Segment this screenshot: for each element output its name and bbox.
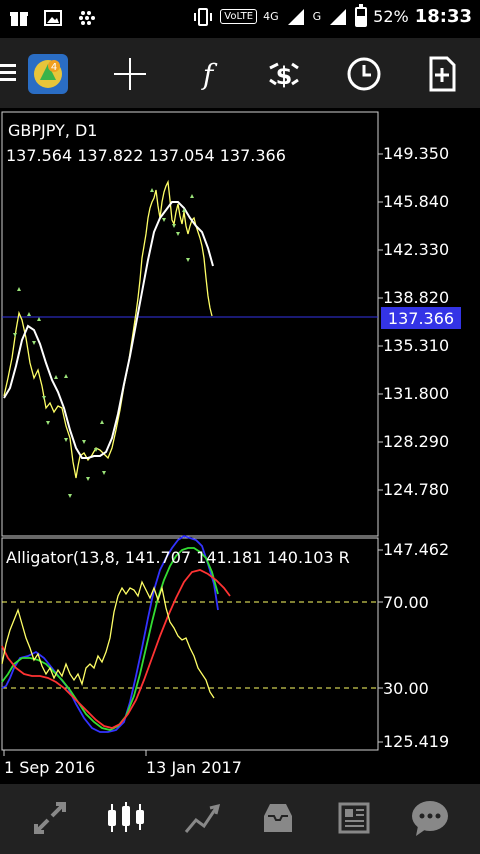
moving-average-line	[3, 201, 214, 459]
indicator-axis-label: 70.00	[383, 593, 429, 612]
quotes-icon[interactable]	[26, 796, 74, 840]
metatrader-logo-icon[interactable]: 4	[26, 52, 70, 96]
indicator-axis-label: 125.419	[383, 732, 450, 751]
crosshair-icon[interactable]	[108, 52, 152, 96]
menu-icon[interactable]	[0, 64, 16, 82]
signal-icon	[327, 7, 349, 27]
symbol-timeframe: GBPJPY, D1	[8, 121, 98, 140]
oscillator-line	[1, 580, 215, 699]
price-axis-label: 142.330	[383, 240, 450, 259]
trade-icon[interactable]: $	[262, 52, 306, 96]
price-axis-label: 124.780	[383, 480, 450, 499]
signal-icon	[285, 7, 307, 27]
gift-icon	[8, 8, 30, 28]
current-price-label: 137.366	[381, 307, 461, 329]
news-icon[interactable]	[330, 796, 378, 840]
price-axis-label: 138.820	[383, 288, 450, 307]
status-bar: VoLTE 4G G 52% 18:33	[0, 0, 480, 38]
clock-icon[interactable]	[342, 52, 386, 96]
svg-text:4: 4	[51, 62, 57, 73]
chart-icon[interactable]	[102, 796, 150, 840]
new-document-icon[interactable]	[420, 52, 464, 96]
time-axis-label: 1 Sep 2016	[4, 758, 96, 777]
vibrate-icon	[192, 7, 214, 27]
network-generation-label: 4G	[263, 10, 279, 23]
trade-icon[interactable]	[178, 796, 226, 840]
history-icon[interactable]	[254, 796, 302, 840]
clock: 18:33	[414, 6, 472, 27]
indicator-label: Alligator(13,8, 141.707 141.181 140.103 …	[6, 548, 350, 567]
ohlc-values: 137.564 137.822 137.054 137.366	[6, 146, 286, 165]
indicator-axis-label: 147.462	[383, 540, 450, 559]
function-icon[interactable]: f	[186, 52, 230, 96]
price-axis-label: 128.290	[383, 432, 450, 451]
main-chart-frame	[1, 111, 379, 537]
volte-icon: VoLTE	[220, 9, 258, 24]
svg-text:$: $	[276, 62, 293, 90]
image-icon	[42, 8, 64, 28]
toolbar: 4 f $	[0, 38, 480, 108]
blackberry-icon	[76, 8, 98, 28]
price-line	[3, 179, 213, 479]
time-axis-label: 13 Jan 2017	[146, 758, 242, 777]
chart-area[interactable]: GBPJPY, D1 137.564 137.822 137.054 137.3…	[0, 108, 480, 784]
indicator-axis-label: 30.00	[383, 679, 429, 698]
price-axis-label: 145.840	[383, 192, 450, 211]
alligator-red-line	[1, 569, 231, 729]
price-axis-label: 135.310	[383, 336, 450, 355]
chat-icon[interactable]	[406, 796, 454, 840]
bottom-navigation	[0, 784, 480, 854]
carrier-tag: G	[312, 10, 322, 23]
battery-percent: 52%	[373, 7, 409, 26]
battery-icon	[355, 3, 368, 27]
price-axis-label: 131.800	[383, 384, 450, 403]
price-axis-label: 149.350	[383, 144, 450, 163]
indicator-frame	[1, 537, 379, 751]
